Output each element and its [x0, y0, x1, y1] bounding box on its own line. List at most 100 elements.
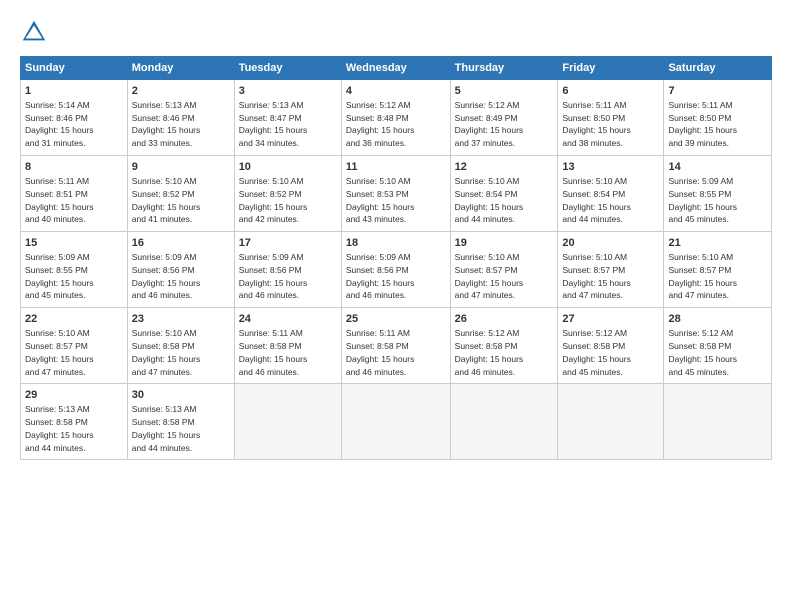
weekday-header: Tuesday [234, 57, 341, 80]
day-info: Sunrise: 5:10 AM Sunset: 8:57 PM Dayligh… [25, 328, 94, 376]
weekday-header: Monday [127, 57, 234, 80]
day-info: Sunrise: 5:10 AM Sunset: 8:52 PM Dayligh… [132, 176, 201, 224]
calendar-cell: 12Sunrise: 5:10 AM Sunset: 8:54 PM Dayli… [450, 156, 558, 232]
day-info: Sunrise: 5:09 AM Sunset: 8:55 PM Dayligh… [25, 252, 94, 300]
calendar-week-row: 15Sunrise: 5:09 AM Sunset: 8:55 PM Dayli… [21, 232, 772, 308]
calendar-cell: 4Sunrise: 5:12 AM Sunset: 8:48 PM Daylig… [341, 80, 450, 156]
day-info: Sunrise: 5:10 AM Sunset: 8:52 PM Dayligh… [239, 176, 308, 224]
day-info: Sunrise: 5:14 AM Sunset: 8:46 PM Dayligh… [25, 100, 94, 148]
day-info: Sunrise: 5:13 AM Sunset: 8:47 PM Dayligh… [239, 100, 308, 148]
calendar-cell: 5Sunrise: 5:12 AM Sunset: 8:49 PM Daylig… [450, 80, 558, 156]
calendar-cell: 3Sunrise: 5:13 AM Sunset: 8:47 PM Daylig… [234, 80, 341, 156]
calendar-cell: 7Sunrise: 5:11 AM Sunset: 8:50 PM Daylig… [664, 80, 772, 156]
day-info: Sunrise: 5:09 AM Sunset: 8:56 PM Dayligh… [132, 252, 201, 300]
calendar-cell: 9Sunrise: 5:10 AM Sunset: 8:52 PM Daylig… [127, 156, 234, 232]
day-number: 10 [239, 160, 337, 175]
day-number: 15 [25, 236, 123, 251]
calendar-cell: 17Sunrise: 5:09 AM Sunset: 8:56 PM Dayli… [234, 232, 341, 308]
day-number: 21 [668, 236, 767, 251]
calendar-cell: 22Sunrise: 5:10 AM Sunset: 8:57 PM Dayli… [21, 308, 128, 384]
day-info: Sunrise: 5:10 AM Sunset: 8:53 PM Dayligh… [346, 176, 415, 224]
calendar-cell: 21Sunrise: 5:10 AM Sunset: 8:57 PM Dayli… [664, 232, 772, 308]
day-number: 3 [239, 84, 337, 99]
weekday-header: Friday [558, 57, 664, 80]
day-info: Sunrise: 5:11 AM Sunset: 8:50 PM Dayligh… [668, 100, 737, 148]
day-number: 30 [132, 388, 230, 403]
day-number: 23 [132, 312, 230, 327]
day-number: 28 [668, 312, 767, 327]
day-info: Sunrise: 5:12 AM Sunset: 8:48 PM Dayligh… [346, 100, 415, 148]
calendar-cell: 19Sunrise: 5:10 AM Sunset: 8:57 PM Dayli… [450, 232, 558, 308]
day-info: Sunrise: 5:10 AM Sunset: 8:54 PM Dayligh… [455, 176, 524, 224]
calendar-cell: 24Sunrise: 5:11 AM Sunset: 8:58 PM Dayli… [234, 308, 341, 384]
calendar-cell: 28Sunrise: 5:12 AM Sunset: 8:58 PM Dayli… [664, 308, 772, 384]
day-number: 6 [562, 84, 659, 99]
calendar-cell [234, 384, 341, 460]
day-number: 27 [562, 312, 659, 327]
page: SundayMondayTuesdayWednesdayThursdayFrid… [0, 0, 792, 612]
calendar-cell: 8Sunrise: 5:11 AM Sunset: 8:51 PM Daylig… [21, 156, 128, 232]
weekday-header: Wednesday [341, 57, 450, 80]
header [20, 18, 772, 46]
day-info: Sunrise: 5:09 AM Sunset: 8:56 PM Dayligh… [346, 252, 415, 300]
calendar-cell: 1Sunrise: 5:14 AM Sunset: 8:46 PM Daylig… [21, 80, 128, 156]
calendar-cell: 2Sunrise: 5:13 AM Sunset: 8:46 PM Daylig… [127, 80, 234, 156]
day-number: 12 [455, 160, 554, 175]
calendar-cell: 11Sunrise: 5:10 AM Sunset: 8:53 PM Dayli… [341, 156, 450, 232]
calendar-cell: 13Sunrise: 5:10 AM Sunset: 8:54 PM Dayli… [558, 156, 664, 232]
weekday-header: Saturday [664, 57, 772, 80]
calendar-cell: 20Sunrise: 5:10 AM Sunset: 8:57 PM Dayli… [558, 232, 664, 308]
day-info: Sunrise: 5:09 AM Sunset: 8:55 PM Dayligh… [668, 176, 737, 224]
day-number: 5 [455, 84, 554, 99]
calendar-cell: 25Sunrise: 5:11 AM Sunset: 8:58 PM Dayli… [341, 308, 450, 384]
weekday-header: Thursday [450, 57, 558, 80]
calendar-cell [664, 384, 772, 460]
logo [20, 18, 52, 46]
calendar-cell: 6Sunrise: 5:11 AM Sunset: 8:50 PM Daylig… [558, 80, 664, 156]
calendar-cell: 27Sunrise: 5:12 AM Sunset: 8:58 PM Dayli… [558, 308, 664, 384]
day-info: Sunrise: 5:12 AM Sunset: 8:58 PM Dayligh… [668, 328, 737, 376]
day-info: Sunrise: 5:11 AM Sunset: 8:51 PM Dayligh… [25, 176, 94, 224]
day-info: Sunrise: 5:12 AM Sunset: 8:49 PM Dayligh… [455, 100, 524, 148]
day-number: 17 [239, 236, 337, 251]
calendar-cell: 26Sunrise: 5:12 AM Sunset: 8:58 PM Dayli… [450, 308, 558, 384]
day-info: Sunrise: 5:13 AM Sunset: 8:46 PM Dayligh… [132, 100, 201, 148]
calendar-cell: 18Sunrise: 5:09 AM Sunset: 8:56 PM Dayli… [341, 232, 450, 308]
day-info: Sunrise: 5:12 AM Sunset: 8:58 PM Dayligh… [455, 328, 524, 376]
calendar-cell: 10Sunrise: 5:10 AM Sunset: 8:52 PM Dayli… [234, 156, 341, 232]
day-number: 11 [346, 160, 446, 175]
calendar-cell: 29Sunrise: 5:13 AM Sunset: 8:58 PM Dayli… [21, 384, 128, 460]
calendar-cell: 14Sunrise: 5:09 AM Sunset: 8:55 PM Dayli… [664, 156, 772, 232]
logo-icon [20, 18, 48, 46]
day-number: 14 [668, 160, 767, 175]
calendar-cell [450, 384, 558, 460]
calendar-cell [341, 384, 450, 460]
day-number: 8 [25, 160, 123, 175]
day-info: Sunrise: 5:09 AM Sunset: 8:56 PM Dayligh… [239, 252, 308, 300]
day-info: Sunrise: 5:10 AM Sunset: 8:57 PM Dayligh… [455, 252, 524, 300]
calendar-cell: 16Sunrise: 5:09 AM Sunset: 8:56 PM Dayli… [127, 232, 234, 308]
calendar-week-row: 22Sunrise: 5:10 AM Sunset: 8:57 PM Dayli… [21, 308, 772, 384]
day-info: Sunrise: 5:12 AM Sunset: 8:58 PM Dayligh… [562, 328, 631, 376]
day-number: 2 [132, 84, 230, 99]
calendar-week-row: 1Sunrise: 5:14 AM Sunset: 8:46 PM Daylig… [21, 80, 772, 156]
day-info: Sunrise: 5:10 AM Sunset: 8:57 PM Dayligh… [668, 252, 737, 300]
weekday-header: Sunday [21, 57, 128, 80]
day-info: Sunrise: 5:11 AM Sunset: 8:58 PM Dayligh… [346, 328, 415, 376]
day-number: 16 [132, 236, 230, 251]
calendar: SundayMondayTuesdayWednesdayThursdayFrid… [20, 56, 772, 460]
day-number: 1 [25, 84, 123, 99]
day-number: 13 [562, 160, 659, 175]
day-number: 29 [25, 388, 123, 403]
day-number: 24 [239, 312, 337, 327]
calendar-cell: 30Sunrise: 5:13 AM Sunset: 8:58 PM Dayli… [127, 384, 234, 460]
calendar-cell [558, 384, 664, 460]
calendar-week-row: 8Sunrise: 5:11 AM Sunset: 8:51 PM Daylig… [21, 156, 772, 232]
day-number: 25 [346, 312, 446, 327]
day-number: 26 [455, 312, 554, 327]
calendar-week-row: 29Sunrise: 5:13 AM Sunset: 8:58 PM Dayli… [21, 384, 772, 460]
day-number: 19 [455, 236, 554, 251]
day-info: Sunrise: 5:10 AM Sunset: 8:54 PM Dayligh… [562, 176, 631, 224]
day-info: Sunrise: 5:11 AM Sunset: 8:58 PM Dayligh… [239, 328, 308, 376]
day-info: Sunrise: 5:11 AM Sunset: 8:50 PM Dayligh… [562, 100, 631, 148]
